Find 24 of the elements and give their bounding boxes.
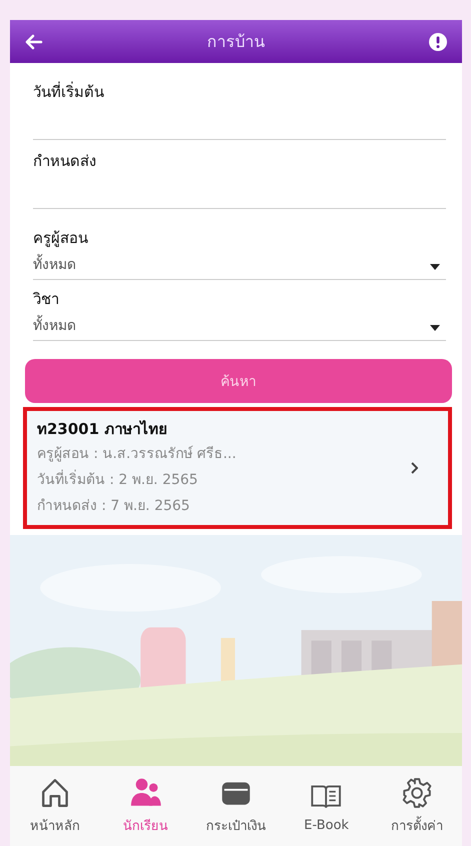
- settings-icon: [400, 776, 433, 808]
- info-icon[interactable]: [428, 32, 448, 52]
- nav-tab[interactable]: E-Book: [281, 766, 372, 846]
- nav-tab[interactable]: นักเรียน: [100, 766, 191, 846]
- page-title: การบ้าน: [206, 31, 266, 53]
- dropdown-field[interactable]: ทั้งหมด: [33, 249, 446, 280]
- field-label: วิชา: [33, 289, 60, 310]
- field-label: วันที่เริ่มต้น: [33, 81, 105, 103]
- caret-icon: [430, 264, 440, 270]
- field-label: ครูผู้สอน: [33, 228, 89, 249]
- card-detail: กำหนดส่ง : 7 พ.ย. 2565: [37, 497, 191, 516]
- back-arrow-icon[interactable]: [24, 32, 44, 52]
- nav-tab[interactable]: การตั้งค่า: [372, 766, 462, 846]
- caret-icon: [430, 325, 440, 331]
- chevron-right-icon: [410, 462, 418, 474]
- field-label: กำหนดส่ง: [33, 151, 97, 172]
- card-detail: ครูผู้สอน : น.ส.วรรณรักษ์ ศรีธ...: [37, 444, 238, 464]
- card-detail: วันที่เริ่มต้น : 2 พ.ย. 2565: [37, 467, 410, 493]
- nav-tab[interactable]: หน้าหลัก: [10, 766, 100, 846]
- homework-card[interactable]: ท23001 ภาษาไทย ครูผู้สอน : น.ส.วรรณรักษ์ ศรีธ... วันที่เริ่มต้น : 2 พ.ย. 2565 กำหนดส่ง : 7 พ.ย. 2565: [23, 407, 452, 529]
- nav-tab[interactable]: กระเป๋าเงิน: [190, 766, 282, 846]
- dropdown-field[interactable]: ทั้งหมด: [33, 310, 446, 341]
- people-icon: [130, 776, 162, 808]
- subject-title: ท23001 ภาษาไทย: [37, 419, 168, 440]
